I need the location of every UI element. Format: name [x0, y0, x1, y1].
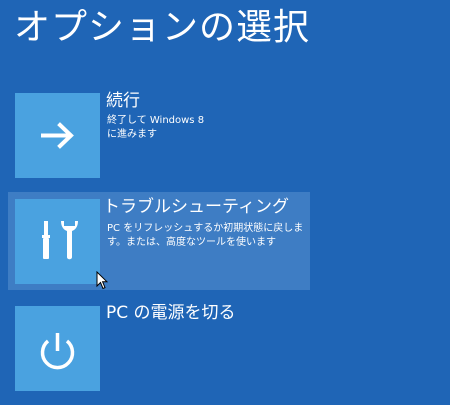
- troubleshoot-tile[interactable]: [15, 199, 100, 284]
- continue-title: 続行: [106, 91, 140, 111]
- page-title: オプションの選択: [14, 7, 311, 48]
- option-turn-off[interactable]: PC の電源を切る: [8, 300, 310, 398]
- troubleshoot-description: PC をリフレッシュするか初期状態に戻しま す。または、高度なツールを使います: [107, 223, 304, 248]
- option-continue[interactable]: 続行 終了して Windows 8 に進みます: [8, 88, 310, 186]
- turn-off-title: PC の電源を切る: [106, 303, 236, 323]
- continue-tile[interactable]: [15, 93, 100, 178]
- mouse-cursor-icon: [96, 271, 108, 290]
- turn-off-tile[interactable]: [15, 306, 100, 391]
- option-troubleshoot[interactable]: トラブルシューティング PC をリフレッシュするか初期状態に戻しま す。または、…: [8, 192, 310, 290]
- continue-description: 終了して Windows 8 に進みます: [107, 115, 205, 140]
- troubleshoot-title: トラブルシューティング: [103, 197, 289, 217]
- arrow-right-icon: [41, 122, 74, 149]
- wrench-screwdriver-icon: [42, 221, 78, 260]
- power-icon: [40, 333, 75, 370]
